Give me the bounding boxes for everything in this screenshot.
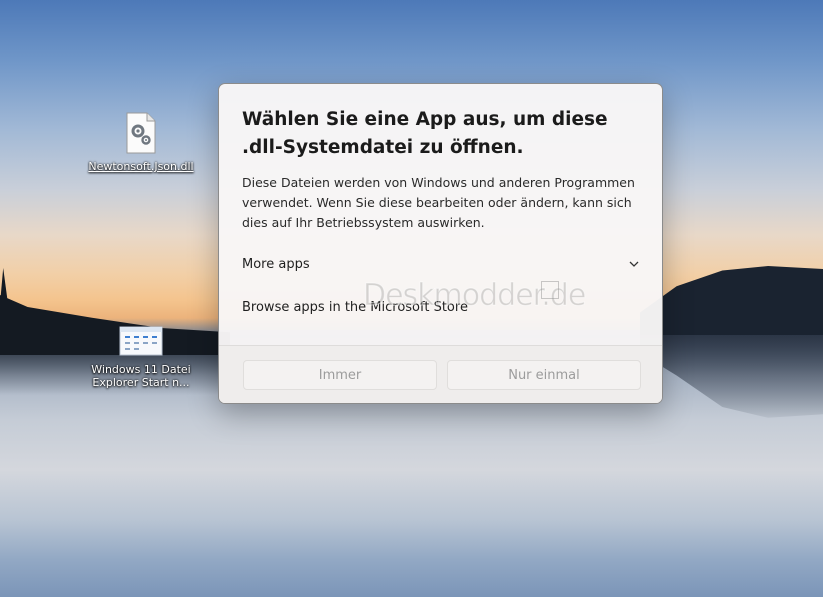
open-with-dialog: Wählen Sie eine App aus, um diese .dll-S… — [218, 83, 663, 404]
browse-store-label: Browse apps in the Microsoft Store — [242, 299, 468, 315]
wallpaper-reflection-right — [640, 335, 823, 418]
more-apps-label: More apps — [242, 256, 310, 272]
browse-store-link[interactable]: Browse apps in the Microsoft Store — [235, 293, 647, 321]
just-once-button[interactable]: Nur einmal — [447, 360, 641, 390]
pencil-icon — [541, 281, 559, 299]
dialog-title: Wählen Sie eine App aus, um diese .dll-S… — [242, 109, 608, 158]
explorer-shortcut-icon — [119, 326, 163, 356]
wallpaper-hill-right — [640, 266, 823, 335]
desktop-icon-label-line2: Explorer Start n... — [92, 376, 190, 389]
desktop-icon-newtonsoft-dll[interactable]: Newtonsoft.Json.dll — [86, 112, 196, 173]
desktop-icon-explorer-shortcut[interactable]: Windows 11 Datei Explorer Start n... — [88, 326, 194, 389]
desktop-icon-label-line1: Windows 11 Datei — [91, 363, 191, 376]
desktop-icon-label: Newtonsoft.Json.dll — [88, 160, 194, 173]
more-apps-expander[interactable]: More apps — [235, 250, 647, 278]
dll-file-icon — [125, 112, 157, 154]
dialog-description: Diese Dateien werden von Windows und and… — [242, 175, 635, 230]
wallpaper-tree — [0, 268, 8, 304]
dialog-footer: Immer Nur einmal — [219, 345, 662, 403]
always-button[interactable]: Immer — [243, 360, 437, 390]
chevron-down-icon — [628, 258, 640, 270]
